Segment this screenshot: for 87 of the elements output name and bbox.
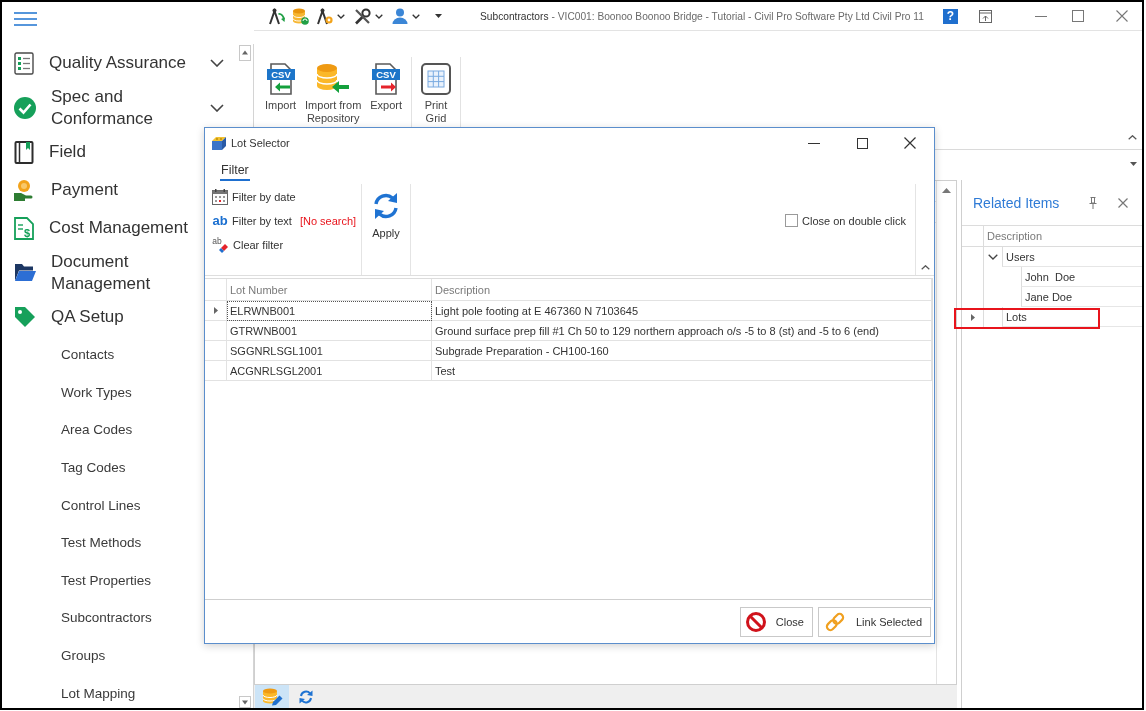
- chevron-down-icon[interactable]: [210, 59, 224, 67]
- database-import-icon: [316, 63, 351, 95]
- caret-down-icon[interactable]: [1130, 162, 1137, 166]
- check-circle-icon: [14, 96, 36, 119]
- checkbox-label[interactable]: Close on double click: [802, 214, 906, 227]
- notebook-icon: [14, 140, 34, 164]
- tag-icon: [14, 306, 36, 328]
- filter-button[interactable]: Filter by date: [212, 186, 296, 208]
- nav-subitem[interactable]: Test Methods: [2, 523, 236, 562]
- chevron-up-icon[interactable]: [920, 265, 930, 270]
- tree-item[interactable]: Lots: [1002, 307, 1142, 327]
- nav-subitem[interactable]: Subcontractors: [2, 599, 236, 637]
- scroll-up-icon[interactable]: [238, 45, 251, 61]
- table-cell: Subgrade Preparation - CH100-160: [432, 341, 932, 361]
- caret-down-icon[interactable]: [375, 13, 383, 19]
- checkbox[interactable]: [785, 214, 799, 227]
- table-cell: ELRWNB001: [227, 301, 432, 321]
- chevron-down-icon[interactable]: [210, 103, 224, 112]
- table-cell: Test: [432, 361, 932, 381]
- row-indicator-icon: [970, 313, 975, 321]
- minimize-icon[interactable]: [808, 142, 820, 144]
- row-indicator[interactable]: [205, 301, 227, 321]
- apply-button[interactable]: Apply: [369, 190, 403, 241]
- nav-subitem[interactable]: Lot Mapping: [2, 674, 236, 708]
- maximize-icon[interactable]: [856, 137, 868, 149]
- table-cell: Light pole footing at E 467360 N 7103645: [432, 301, 932, 321]
- help-button[interactable]: ?: [943, 8, 958, 24]
- refresh-icon: [373, 192, 399, 220]
- filter-button[interactable]: ab Filter by text: [212, 210, 292, 232]
- grid-icon: [421, 63, 451, 95]
- document-dollar-icon: $: [14, 216, 34, 240]
- column-header[interactable]: Description: [432, 279, 932, 301]
- refresh-icon: [298, 688, 314, 705]
- close-button[interactable]: Close: [739, 606, 813, 637]
- ribbon-button[interactable]: Print Grid: [418, 57, 454, 127]
- compass-sync-icon[interactable]: [268, 7, 285, 25]
- database-pencil-icon: [261, 687, 283, 706]
- tools-icon[interactable]: [354, 7, 371, 25]
- folder-icon: [14, 263, 36, 282]
- caret-down-icon[interactable]: [337, 13, 345, 19]
- table-cell: GTRWNB001: [227, 321, 432, 341]
- scroll-up-icon[interactable]: [942, 188, 951, 193]
- nav-item[interactable]: Quality Assurance: [2, 44, 236, 82]
- row-indicator-icon: [213, 307, 218, 314]
- close-icon[interactable]: [904, 137, 916, 149]
- filter-button[interactable]: ab Clear filter: [212, 234, 284, 256]
- menu-icon[interactable]: [14, 12, 37, 26]
- dialog-title: Lot Selector: [231, 137, 290, 149]
- chain-link-icon: [823, 610, 846, 633]
- toolbar-button[interactable]: [255, 685, 289, 708]
- search-status: [No search]: [299, 215, 357, 227]
- text-format-icon: ab: [212, 214, 228, 228]
- tree-item[interactable]: Jane Doe: [1021, 287, 1142, 307]
- nav-subitem[interactable]: Groups: [2, 636, 236, 675]
- calendar-icon: [212, 189, 228, 205]
- database-sync-icon[interactable]: [292, 7, 309, 25]
- caret-down-icon[interactable]: [412, 13, 420, 19]
- tab[interactable]: Filter: [220, 158, 250, 181]
- user-icon[interactable]: [392, 8, 408, 24]
- column-header[interactable]: Description: [984, 226, 1142, 246]
- tree-item[interactable]: Users: [1002, 247, 1142, 267]
- window-subtitle: - VIC001: Boonoo Boonoo Bridge - Tutorial - Civil Pro Software Pty Ltd Civil Pro 11: [551, 10, 924, 22]
- table-cell: SGGNRLSGL1001: [227, 341, 432, 361]
- nav-subitem[interactable]: Tag Codes: [2, 448, 236, 487]
- ribbon-button[interactable]: CSV Import: [262, 57, 300, 127]
- nav-subitem[interactable]: Test Properties: [2, 561, 236, 600]
- column-header[interactable]: Lot Number: [227, 279, 432, 301]
- chevron-up-icon[interactable]: [1128, 135, 1137, 140]
- caret-down-icon[interactable]: [435, 14, 442, 18]
- pin-icon[interactable]: [1089, 196, 1097, 209]
- scroll-down-icon[interactable]: [238, 696, 251, 708]
- link-button[interactable]: Link Selected: [817, 606, 931, 637]
- nav-subitem[interactable]: Area Codes: [2, 411, 236, 449]
- tree-item[interactable]: John Doe: [1021, 267, 1142, 287]
- window-title: Subcontractors: [480, 10, 549, 22]
- panel-title: Related Items: [973, 194, 1061, 211]
- cube-icon: [211, 135, 227, 151]
- checklist-icon: [14, 51, 34, 75]
- compass-gear-icon[interactable]: [316, 7, 333, 25]
- table-cell: Ground surface prep fill #1 Ch 50 to 129 northern approach o/s -5 to 8 (st) and -5 to 6 (end): [432, 321, 932, 341]
- nav-subitem[interactable]: Control Lines: [2, 486, 236, 524]
- prohibition-icon: [745, 611, 766, 632]
- ribbon-button[interactable]: Import from Repository: [301, 57, 366, 127]
- chevron-down-icon[interactable]: [988, 254, 998, 260]
- nav-item[interactable]: Spec and Conformance: [2, 82, 236, 133]
- ribbon-button[interactable]: CSV Export: [367, 57, 405, 127]
- table-cell: ACGNRLSGL2001: [227, 361, 432, 381]
